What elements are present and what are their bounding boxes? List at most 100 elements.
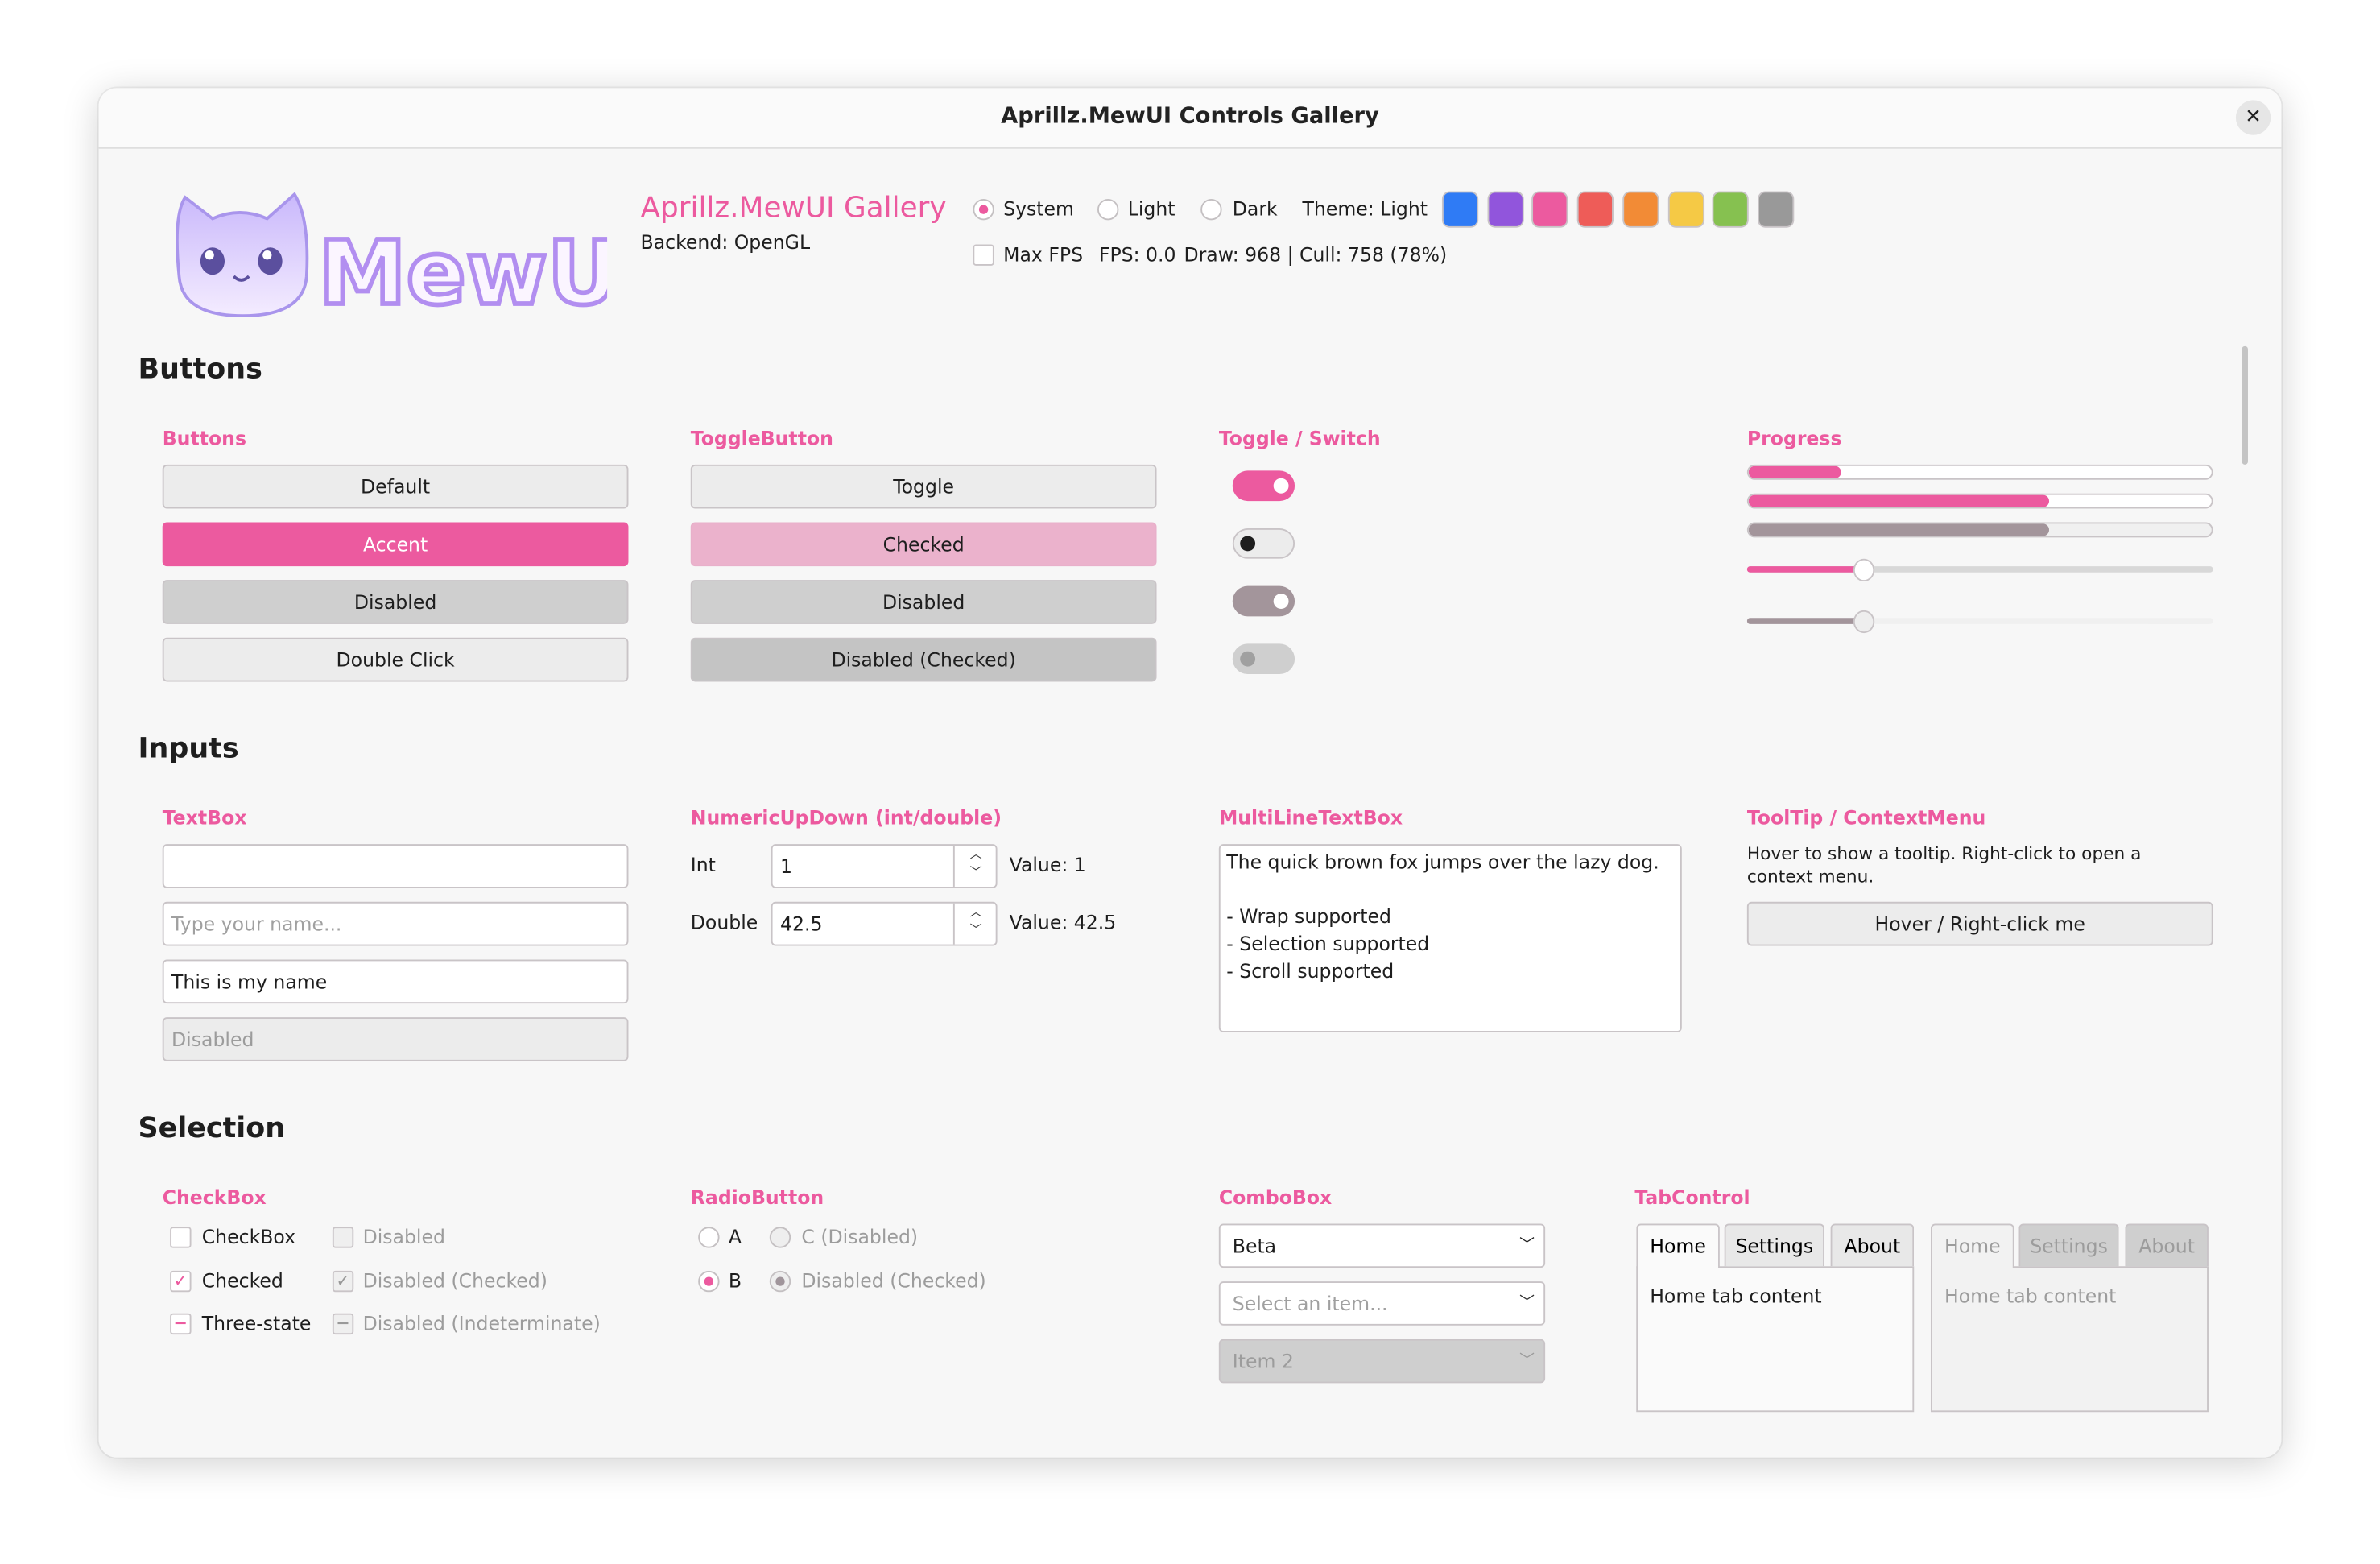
switch-disabled-on (1232, 585, 1295, 617)
combobox-value: Item 2 (1232, 1349, 1294, 1373)
accent-swatch[interactable] (1668, 192, 1703, 226)
combobox-selected[interactable]: Beta ﹀ (1218, 1223, 1546, 1268)
group-header-combobox: ComboBox (1218, 1185, 1333, 1209)
checkbox-unchecked[interactable] (170, 1227, 192, 1248)
tooltip-context-button[interactable]: Hover / Right-click me (1746, 901, 2213, 946)
app-title: Aprillz.MewUI Gallery (640, 191, 947, 225)
switch-knob (1273, 594, 1289, 609)
combobox-value: Select an item... (1232, 1292, 1388, 1315)
theme-radio-system[interactable] (973, 198, 994, 221)
checkbox-label: Disabled (Indeterminate) (362, 1311, 601, 1335)
numeric-double-label: Double (690, 911, 758, 934)
accent-swatch[interactable] (1758, 192, 1793, 226)
chevron-down-icon[interactable]: ﹀ (955, 921, 998, 940)
theme-dark-label: Dark (1232, 197, 1278, 221)
multiline-textbox[interactable]: The quick brown fox jumps over the lazy … (1218, 844, 1682, 1032)
max-fps-checkbox[interactable] (973, 244, 994, 266)
theme-status: Theme: Light (1302, 197, 1428, 221)
tab-content-text: Home tab content (1650, 1284, 1822, 1308)
chevron-up-icon[interactable]: ︿ (955, 904, 998, 922)
group-header-radio: RadioButton (690, 1185, 824, 1209)
checkbox-label: Three-state (201, 1311, 312, 1335)
chevron-up-icon[interactable]: ︿ (955, 846, 998, 864)
numeric-int-label: Int (690, 853, 716, 876)
progress-fill (1748, 494, 2050, 507)
theme-radio-light[interactable] (1097, 198, 1119, 221)
group-header-multiline: MultiLineTextBox (1218, 806, 1403, 830)
textbox-disabled: Disabled (162, 1017, 629, 1061)
chevron-down-icon: ﹀ (1519, 1352, 1535, 1370)
check-icon: ✓ (173, 1270, 188, 1291)
group-header-textbox: TextBox (162, 806, 247, 830)
spinner[interactable]: ︿ ﹀ (952, 846, 998, 887)
progress-fill (1748, 523, 2050, 536)
numeric-double-readout: Value: 42.5 (1009, 911, 1117, 934)
switch-knob (1273, 478, 1289, 494)
switch-off[interactable] (1232, 528, 1295, 559)
chevron-down-icon: ﹀ (1519, 1295, 1535, 1312)
mewui-logo: MewUI (176, 192, 607, 325)
combobox-placeholder[interactable]: Select an item... ﹀ (1218, 1281, 1546, 1326)
accent-swatch[interactable] (1443, 192, 1477, 226)
chevron-down-icon[interactable]: ﹀ (955, 864, 998, 883)
accent-swatch[interactable] (1488, 192, 1523, 226)
textbox-filled[interactable]: This is my name (162, 959, 629, 1004)
checkbox-label: Checked (201, 1269, 283, 1293)
checkbox-label: Disabled (Checked) (362, 1269, 547, 1293)
theme-system-label: System (1003, 197, 1075, 221)
default-button[interactable]: Default (162, 464, 629, 509)
accent-swatch[interactable] (1713, 192, 1748, 226)
radio-disabled-checked (769, 1270, 791, 1293)
tab-content-panel-disabled: Home tab content (1930, 1266, 2209, 1413)
checkbox-checked[interactable]: ✓ (170, 1270, 192, 1293)
multiline-line: - Selection supported (1226, 932, 1430, 955)
switch-knob (1240, 651, 1256, 667)
textbox-placeholder[interactable]: Type your name... (162, 901, 629, 946)
numeric-int-input[interactable]: 1 ︿ ﹀ (771, 844, 998, 888)
group-header-buttons: Buttons (162, 426, 246, 450)
tab-settings[interactable]: Settings (1724, 1223, 1825, 1267)
numeric-int-readout: Value: 1 (1009, 853, 1086, 876)
progress-fill (1748, 465, 1841, 478)
spinner[interactable]: ︿ ﹀ (952, 903, 998, 945)
combobox-value: Beta (1232, 1234, 1277, 1257)
dash-icon: − (173, 1313, 188, 1334)
checkbox-disabled-indeterminate: − (332, 1313, 354, 1335)
slider[interactable] (1746, 558, 2213, 582)
accent-button[interactable]: Accent (162, 522, 629, 567)
checkbox-disabled (332, 1227, 354, 1248)
accent-swatch[interactable] (1533, 192, 1568, 226)
tab-home[interactable]: Home (1636, 1223, 1720, 1268)
toggle-button-checked[interactable]: Checked (690, 522, 1157, 567)
radio-b[interactable] (698, 1270, 720, 1293)
theme-radio-dark[interactable] (1200, 198, 1222, 221)
slider-fill (1746, 618, 1864, 624)
slider-thumb (1853, 610, 1874, 634)
fps-readout: FPS: 0.0 (1098, 242, 1176, 266)
group-header-tooltip: ToolTip / ContextMenu (1746, 806, 1986, 830)
checkbox-disabled-checked: ✓ (332, 1270, 354, 1293)
toggle-button-disabled: Disabled (690, 580, 1157, 624)
draw-cull-readout: Draw: 968 | Cull: 758 (78%) (1184, 242, 1448, 266)
checkbox-indeterminate[interactable]: − (170, 1313, 192, 1335)
switch-on[interactable] (1232, 470, 1295, 502)
slider-fill (1746, 566, 1864, 573)
radio-c-disabled (769, 1227, 791, 1248)
numeric-double-input[interactable]: 42.5 ︿ ﹀ (771, 901, 998, 946)
slider-thumb[interactable] (1853, 558, 1874, 582)
progress-bar-2 (1746, 493, 2213, 509)
radio-label: A (728, 1225, 742, 1248)
double-click-button[interactable]: Double Click (162, 637, 629, 682)
accent-swatch[interactable] (1578, 192, 1613, 226)
accent-swatch[interactable] (1623, 192, 1658, 226)
multiline-line: The quick brown fox jumps over the lazy … (1226, 850, 1659, 873)
disabled-button: Disabled (162, 580, 629, 624)
vertical-scrollbar[interactable] (2242, 345, 2248, 465)
toggle-button-disabled-checked: Disabled (Checked) (690, 637, 1157, 682)
multiline-line: - Scroll supported (1226, 959, 1395, 983)
toggle-button[interactable]: Toggle (690, 464, 1157, 509)
tab-content-text: Home tab content (1944, 1284, 2117, 1308)
radio-a[interactable] (698, 1227, 720, 1248)
textbox-empty[interactable] (162, 844, 629, 888)
tab-about[interactable]: About (1830, 1223, 1915, 1267)
